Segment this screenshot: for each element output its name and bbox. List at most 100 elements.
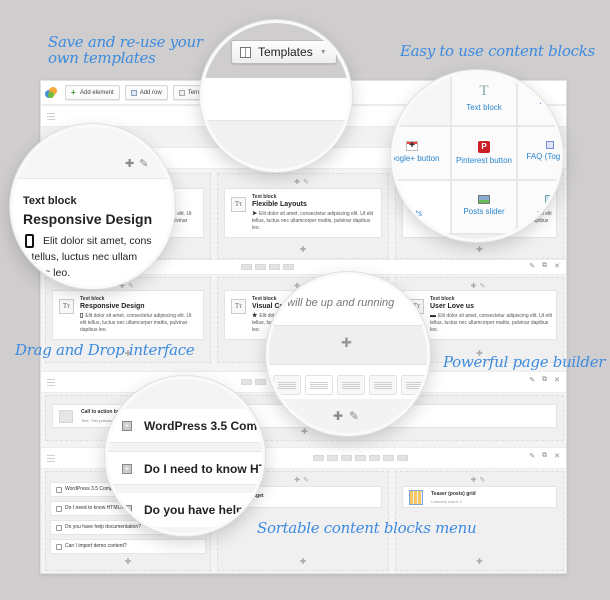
row-controls: ✎ ⧉ ✕ (529, 262, 560, 270)
edit-icon[interactable]: ✎ (529, 376, 535, 384)
content-block-text[interactable]: T Text block (452, 73, 518, 127)
content-block-label: Pinterest button (455, 156, 513, 165)
column-controls[interactable]: ✚✎ (125, 157, 153, 170)
promo-stage: Save and re-use your own templates Easy … (0, 0, 610, 600)
google-plus-icon: ✚ (406, 141, 418, 151)
element-body: ▯Elit dolor sit amet, consectetur adipis… (80, 313, 192, 333)
templates-dropdown-label: Templates (258, 45, 313, 59)
text-block-element[interactable]: Tт Text block Flexible Layouts ➤ Elit dol… (224, 188, 382, 238)
text-t-icon: T (479, 83, 489, 99)
pinterest-icon: P (478, 141, 490, 153)
element-kind: Text block (80, 296, 105, 302)
content-block-twitter[interactable]: Twitter (518, 73, 562, 127)
cta-icon (59, 410, 73, 423)
edit-icon[interactable]: ✎ (529, 452, 535, 460)
layout-option[interactable] (305, 375, 333, 395)
faq-lens-item[interactable]: + Do you have help... (108, 493, 262, 527)
text-block-element[interactable]: Tт Text block Responsive Design ▯Elit do… (52, 290, 204, 340)
faq-lens-item[interactable]: + WordPress 3.5 Com... (108, 409, 262, 443)
teaser-grid-element[interactable]: Teaser (posts) grid Columns count: 1 (402, 486, 557, 508)
templates-magnifier: Templates ▼ (200, 20, 352, 172)
column-controls[interactable]: ✚✎ (294, 476, 312, 484)
add-element-icon[interactable]: ✚ (476, 245, 483, 254)
content-block-posts-slider[interactable]: Posts slider (452, 181, 518, 235)
templates-dropdown[interactable]: Templates ▼ (231, 40, 337, 64)
element-title: User Love us (430, 303, 474, 310)
annotation-drag-drop: Drag and Drop interface (15, 341, 195, 359)
element-title: Responsive Design (23, 211, 153, 227)
faq-magnifier: + WordPress 3.5 Com... + Do I need to kn… (105, 376, 265, 536)
layout-picker[interactable] (313, 455, 408, 461)
content-block-pinterest[interactable]: P Pinterest button (452, 127, 518, 181)
row-controls: ✎ ⧉ ✕ (529, 376, 560, 384)
element-kind: Text block (252, 194, 277, 200)
content-block-faq-toggle[interactable]: FAQ (Toggle) (518, 127, 561, 181)
element-body: ➤ Elit dolor sit amet, consectetur adipis… (252, 211, 373, 231)
add-element-icon[interactable]: ✚ (476, 557, 483, 566)
content-block-label: Widget (537, 210, 563, 219)
clone-icon[interactable]: ⧉ (542, 376, 547, 384)
mobile-icon: ▯ (80, 313, 84, 319)
add-row-label: Add row (139, 89, 162, 96)
add-element-icon[interactable]: ✚ (300, 245, 307, 254)
plus-icon: + (71, 87, 76, 97)
faq-lens-item[interactable]: + Do I need to know HT... (108, 451, 262, 485)
content-block-widget[interactable]: Widget (518, 181, 563, 235)
content-block-label: Text block (466, 103, 502, 112)
annotation-page-builder: Powerful page builder (443, 353, 606, 371)
element-title: Responsive Design (80, 303, 145, 310)
add-element-icon[interactable]: ✚ (341, 335, 352, 351)
column-controls[interactable]: ✚✎ (471, 476, 489, 484)
content-block-text[interactable] (394, 73, 452, 127)
element-kind: Text block (23, 195, 77, 207)
close-icon[interactable]: ✕ (554, 376, 560, 384)
content-block-label: Google+ button (391, 154, 440, 163)
layout-picker[interactable] (241, 264, 294, 270)
layout-option[interactable] (273, 375, 301, 395)
cursor-icon: ➤ (252, 211, 258, 217)
layout-option[interactable] (369, 375, 397, 395)
content-block-label: Posts slider (463, 207, 505, 216)
layout-option[interactable] (337, 375, 365, 395)
toggle-icon (546, 141, 554, 149)
content-block-label: FAQ (Toggle) (526, 152, 561, 161)
close-icon[interactable]: ✕ (554, 262, 560, 270)
annotation-content-blocks: Easy to use content blocks (400, 42, 595, 60)
content-block-label: Twitter (538, 97, 562, 106)
close-icon[interactable]: ✕ (554, 452, 560, 460)
add-element-button[interactable]: + Add element (65, 85, 120, 100)
row-controls: ✎ ⧉ ✕ (529, 452, 560, 460)
drag-handle-icon[interactable] (47, 455, 55, 462)
content-block-posts[interactable]: Posts (394, 181, 452, 235)
add-element-icon[interactable]: ✚ (125, 557, 132, 566)
column: ✚✎ Tт Text block Flexible Layouts ➤ Elit … (217, 173, 389, 259)
widget-icon (545, 195, 555, 207)
clone-icon[interactable]: ⧉ (542, 262, 547, 270)
drag-handle-icon[interactable] (47, 379, 55, 386)
content-block-google-plus[interactable]: ✚ Google+ button (391, 127, 452, 181)
annotation-save-templates: Save and re-use your own templates (48, 33, 203, 67)
page-builder-magnifier: site will be up and running ✚ ✚✎ (266, 272, 430, 436)
chat-icon: ▬ (430, 313, 436, 319)
template-icon (178, 89, 185, 96)
teaser-subtitle: Columns count: 1 (431, 499, 463, 504)
column-controls[interactable]: ✚✎ (471, 282, 489, 290)
expand-icon: + (122, 464, 132, 474)
add-row-button[interactable]: Add row (124, 85, 168, 100)
element-body: ▬ Elit dolor sit amet, consectetur adipis… (430, 313, 552, 333)
expand-icon: + (122, 505, 132, 515)
column-controls[interactable]: ✚✎ (333, 409, 365, 423)
element-title: Flexible Layouts (252, 201, 307, 208)
annotation-sortable: Sortable content blocks menu (257, 519, 477, 537)
drag-handle-icon[interactable] (47, 113, 55, 120)
content-block-label: Posts (401, 209, 422, 218)
element-body: Elit dolor sit amet, cons lit tellus, lu… (21, 235, 152, 279)
faq-list-item[interactable]: Can I import demo content? (50, 539, 206, 554)
column-controls[interactable]: ✚✎ (294, 178, 312, 186)
edit-icon[interactable]: ✎ (529, 262, 535, 270)
layout-option[interactable] (401, 375, 427, 395)
text-block-icon: Tт (231, 299, 246, 314)
expand-icon: + (122, 421, 132, 431)
clone-icon[interactable]: ⧉ (542, 452, 547, 460)
add-element-icon[interactable]: ✚ (300, 557, 307, 566)
